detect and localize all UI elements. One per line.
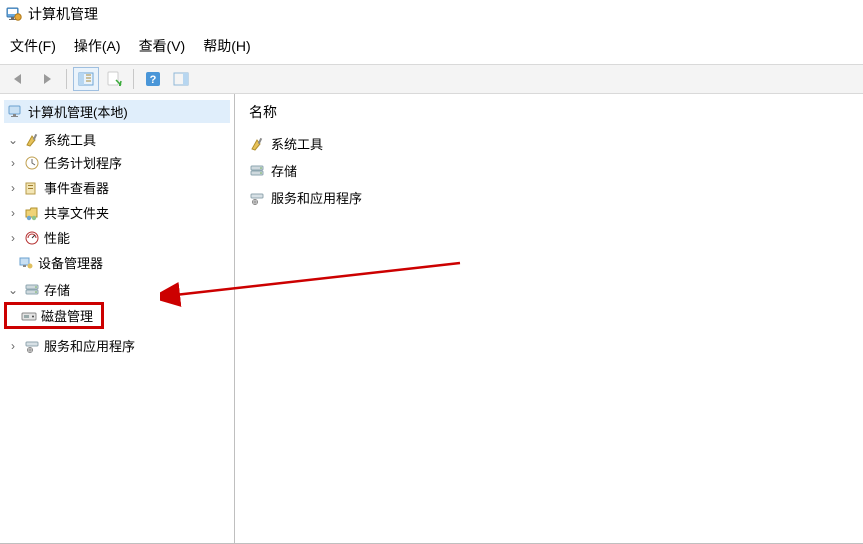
collapse-icon[interactable]: ⌄	[6, 134, 20, 146]
show-tree-button[interactable]	[73, 67, 99, 91]
storage-icon	[249, 163, 265, 179]
node-label: 系统工具	[44, 130, 96, 149]
titlebar: 计算机管理	[0, 0, 863, 30]
window-title: 计算机管理	[28, 4, 98, 24]
menu-help[interactable]: 帮助(H)	[203, 36, 250, 56]
services-icon	[249, 190, 265, 206]
expand-icon[interactable]: ›	[6, 157, 20, 169]
node-label: 磁盘管理	[41, 306, 93, 325]
list-item-label: 服务和应用程序	[271, 188, 362, 207]
shared-folder-icon	[24, 205, 40, 221]
expand-icon[interactable]: ›	[6, 207, 20, 219]
node-label: 事件查看器	[44, 178, 109, 197]
tree-node-services-apps[interactable]: › 服务和应用程序	[4, 335, 230, 356]
expand-icon[interactable]: ›	[6, 182, 20, 194]
action-pane-button[interactable]	[168, 67, 194, 91]
toolbar-sep-2	[133, 69, 134, 89]
svg-text:?: ?	[150, 74, 157, 86]
performance-icon	[24, 230, 40, 246]
tools-icon	[24, 132, 40, 148]
tree-node-storage[interactable]: ⌄ 存储	[4, 279, 230, 300]
menu-action[interactable]: 操作(A)	[74, 36, 121, 56]
node-label: 任务计划程序	[44, 153, 122, 172]
tree-node-event-viewer[interactable]: › 事件查看器	[4, 177, 230, 198]
back-button[interactable]	[6, 67, 32, 91]
expand-icon[interactable]: ›	[6, 340, 20, 352]
node-label: 存储	[44, 280, 70, 299]
node-label: 服务和应用程序	[44, 336, 135, 355]
list-item-label: 系统工具	[271, 134, 323, 153]
list-panel: 名称 系统工具 存储 服务和应用程序	[235, 94, 863, 544]
expand-icon[interactable]: ›	[6, 232, 20, 244]
app-icon	[6, 6, 22, 22]
event-icon	[24, 180, 40, 196]
collapse-icon[interactable]: ⌄	[6, 284, 20, 296]
tree-node-disk-management[interactable]: 磁盘管理	[7, 305, 95, 326]
tree-root[interactable]: 计算机管理(本地)	[4, 100, 230, 123]
forward-button[interactable]	[34, 67, 60, 91]
toolbar-sep	[66, 69, 67, 89]
menu-file[interactable]: 文件(F)	[10, 36, 56, 56]
node-label: 设备管理器	[38, 253, 103, 272]
tree-node-device-manager[interactable]: 设备管理器	[4, 252, 230, 273]
tree-node-system-tools[interactable]: ⌄ 系统工具	[4, 129, 230, 150]
disk-icon	[21, 308, 37, 324]
tree-root-label: 计算机管理(本地)	[28, 102, 128, 121]
tree-node-shared-folders[interactable]: › 共享文件夹	[4, 202, 230, 223]
storage-icon	[24, 282, 40, 298]
device-icon	[18, 255, 34, 271]
list-item-system-tools[interactable]: 系统工具	[249, 130, 849, 157]
toolbar: ?	[0, 64, 863, 94]
tree-panel: 计算机管理(本地) ⌄ 系统工具 ›	[0, 94, 235, 544]
list-item-label: 存储	[271, 161, 297, 180]
tools-icon	[249, 136, 265, 152]
column-header-name[interactable]: 名称	[249, 102, 849, 122]
node-label: 性能	[44, 228, 70, 247]
list-item-services-apps[interactable]: 服务和应用程序	[249, 184, 849, 211]
services-icon	[24, 338, 40, 354]
tree-node-task-scheduler[interactable]: › 任务计划程序	[4, 152, 230, 173]
help-button[interactable]: ?	[140, 67, 166, 91]
tree-node-performance[interactable]: › 性能	[4, 227, 230, 248]
list-item-storage[interactable]: 存储	[249, 157, 849, 184]
properties-button[interactable]	[101, 67, 127, 91]
content-split: 计算机管理(本地) ⌄ 系统工具 ›	[0, 94, 863, 544]
computer-mgmt-icon	[8, 104, 24, 120]
clock-icon	[24, 155, 40, 171]
node-label: 共享文件夹	[44, 203, 109, 222]
menubar: 文件(F) 操作(A) 查看(V) 帮助(H)	[0, 30, 863, 64]
menu-view[interactable]: 查看(V)	[139, 36, 186, 56]
